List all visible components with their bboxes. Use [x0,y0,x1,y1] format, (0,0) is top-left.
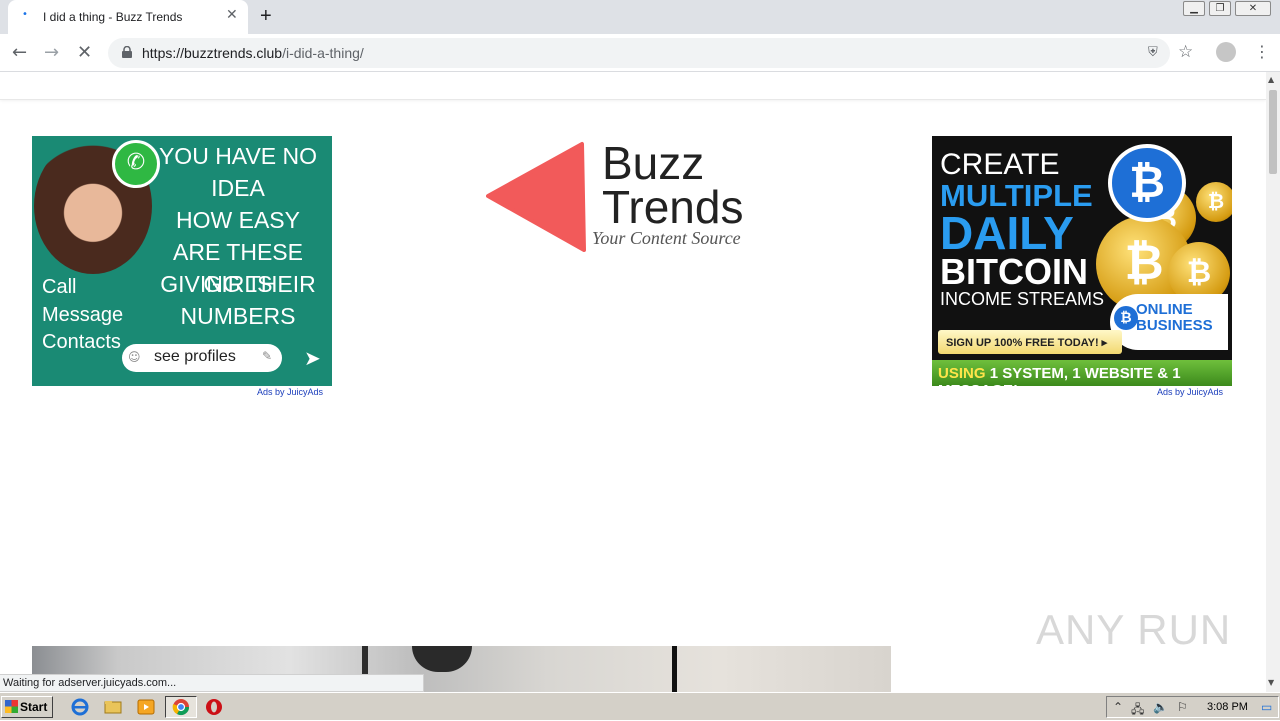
ad-headline-line: IDEA [211,175,265,201]
bottom-text-using: USING [938,365,986,382]
blocked-content-icon[interactable]: ⛨ [1148,45,1158,60]
loading-favicon-icon: • [22,9,28,20]
media-player-icon[interactable] [137,698,155,716]
lock-icon [122,46,132,58]
see-profiles-button[interactable]: ☺ see profiles ✎ [122,344,282,372]
browser-tab[interactable]: • I did a thing - Buzz Trends ✕ [8,0,248,34]
taskbar-clock[interactable]: 3:08 PM [1207,701,1248,713]
status-bubble: Waiting for adserver.juicyads.com... [0,674,424,692]
paperclip-icon: ✎ [262,349,273,363]
ad-side-line: Call [42,276,77,298]
action-center-flag-icon[interactable]: ⚐ [1177,700,1188,714]
forward-icon[interactable]: → [44,42,59,63]
ad-bottom-strip: USING 1 SYSTEM, 1 WEBSITE & 1 MESSAGE! [932,360,1232,386]
sign-up-label: SIGN UP 100% FREE TODAY! [946,337,1099,349]
ad-text-income: INCOME STREAMS [940,289,1105,309]
ad-text-daily: DAILY [940,207,1074,259]
url-domain: https://buzztrends.club [142,45,283,61]
tab-title: I did a thing - Buzz Trends [43,10,183,24]
restore-icon[interactable]: ❐ [1209,1,1231,16]
image-detail [672,646,677,692]
online-business-icon: ₿ [1114,306,1138,330]
ad-headline-line: NUMBERS [180,303,296,329]
page-scrollbar[interactable]: ▲ ▼ [1266,72,1280,692]
online-business-badge: ₿ ONLINE BUSINESS [1110,294,1228,350]
site-logo[interactable]: Buzz Trends Your Content Source [486,138,786,252]
stop-loading-icon[interactable]: ✕ [77,42,92,63]
ads-by-juicyads-link-left[interactable]: Ads by JuicyAds [257,387,323,397]
ad-headline-line: YOU HAVE NO [158,143,318,169]
windows-logo-icon [5,700,18,713]
badge-line-online: ONLINE [1136,301,1193,318]
url-path: /i-did-a-thing/ [282,45,364,61]
windows-taskbar: Start ⌃ 🖧 🔈 ⚐ 3:08 PM ▭ [0,692,1280,720]
ad-side-line: Contacts [42,331,121,353]
bookmark-star-icon[interactable]: ☆ [1178,42,1193,62]
scroll-up-icon[interactable]: ▲ [1268,75,1274,84]
start-label: Start [20,700,48,714]
bitcoin-logo-icon: ₿ [1108,144,1186,222]
profile-avatar-icon[interactable] [1216,42,1236,62]
send-arrow-icon: ➤ [304,346,321,370]
chrome-icon [172,699,190,716]
ads-by-juicyads-link-right[interactable]: Ads by JuicyAds [1157,387,1223,397]
sign-up-button[interactable]: SIGN UP 100% FREE TODAY! ▸ [938,330,1122,354]
show-desktop-icon[interactable]: ▭ [1261,700,1272,714]
network-icon[interactable]: 🖧 [1131,700,1144,721]
ad-headline-line: HOW EASY [176,207,300,233]
opera-icon[interactable] [205,698,223,716]
ad-banner-left[interactable]: ✆ YOU HAVE NO IDEA HOW EASY ARE THESE GI… [32,136,332,386]
internet-explorer-icon[interactable] [71,698,89,716]
browser-toolbar: ← → ✕ https://buzztrends.club/i-did-a-th… [0,34,1280,72]
logo-word-trends: Trends [602,181,744,233]
site-header-bar [0,72,1266,100]
ad-banner-right[interactable]: CREATE MULTIPLE DAILY BITCOIN INCOME STR… [932,136,1232,386]
back-icon[interactable]: ← [12,42,27,63]
url-text: https://buzztrends.club/i-did-a-thing/ [142,45,364,61]
file-explorer-icon[interactable] [104,698,122,716]
page-viewport: ✆ YOU HAVE NO IDEA HOW EASY ARE THESE GI… [0,72,1266,692]
tray-expand-icon[interactable]: ⌃ [1113,700,1123,714]
address-bar[interactable]: https://buzztrends.club/i-did-a-thing/ ⛨… [108,38,1193,68]
new-tab-icon[interactable]: + [260,5,272,28]
logo-triangle-icon [486,142,586,252]
volume-icon[interactable]: 🔈 [1153,700,1168,714]
scroll-thumb[interactable] [1269,90,1277,174]
menu-kebab-icon[interactable]: ⋮ [1254,42,1270,61]
start-button[interactable]: Start [1,696,53,718]
anyrun-watermark: ANY RUN [1036,606,1232,653]
scroll-down-icon[interactable]: ▼ [1268,678,1274,687]
ad-text-bitcoin: BITCOIN [940,251,1088,292]
close-tab-icon[interactable]: ✕ [226,7,238,23]
ad-headline-line: GIVING THEIR [160,271,316,297]
see-profiles-label: see profiles [154,348,236,365]
ad-text-create: CREATE [940,148,1060,181]
logo-tagline: Your Content Source [592,228,741,248]
tab-strip: • I did a thing - Buzz Trends ✕ + ▁ ❐ ✕ [0,0,1280,34]
image-detail [412,646,472,672]
taskbar-chrome-button[interactable] [165,696,197,718]
ad-side-text: Call Message Contacts [42,274,123,357]
close-window-icon[interactable]: ✕ [1235,1,1271,16]
minimize-icon[interactable]: ▁ [1183,1,1205,16]
online-business-text: ONLINE BUSINESS [1136,302,1213,334]
system-tray: ⌃ 🖧 🔈 ⚐ 3:08 PM ▭ [1106,696,1279,718]
badge-line-business: BUSINESS [1136,317,1213,334]
ad-side-line: Message [42,303,124,326]
smile-icon: ☺ [128,350,141,364]
